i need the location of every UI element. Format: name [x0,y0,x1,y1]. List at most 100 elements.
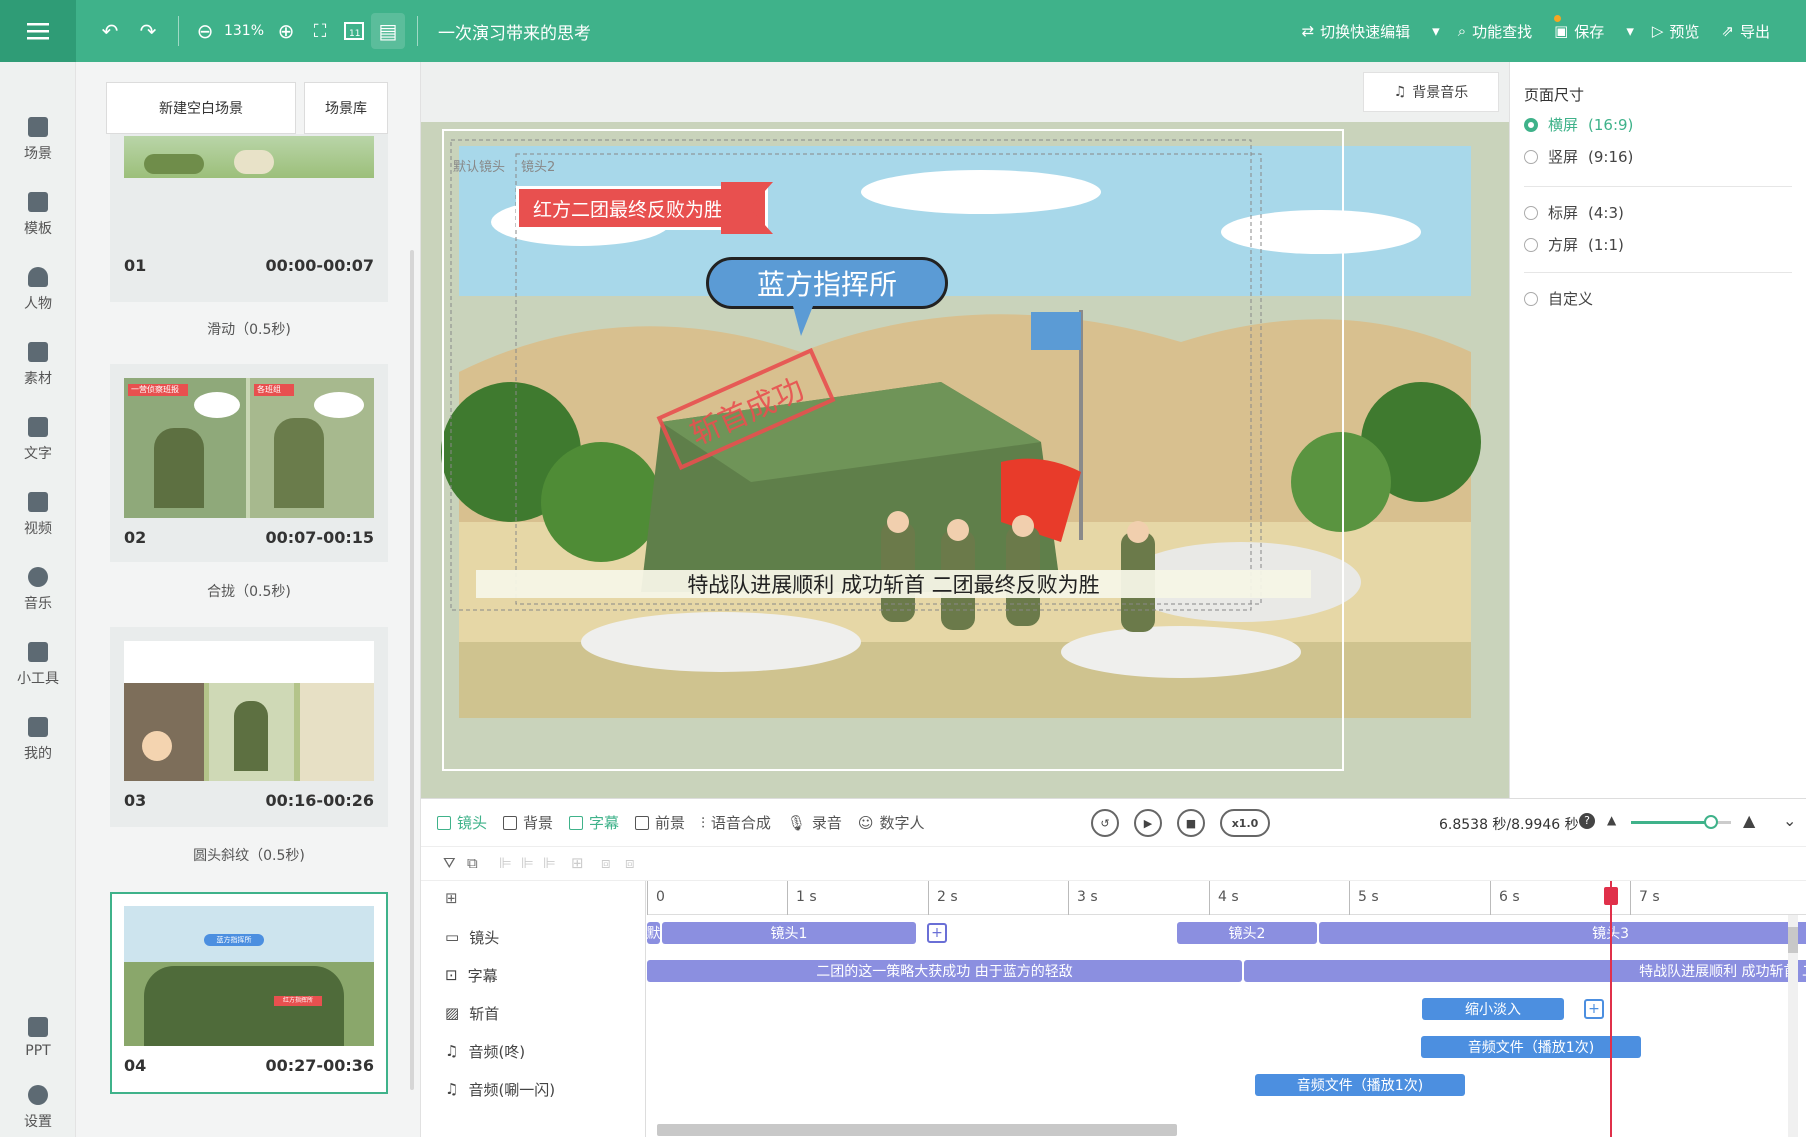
quick-edit-dropdown-icon[interactable]: ▾ [1432,22,1440,40]
align-center-icon[interactable]: ⊫ [521,854,534,872]
nav-ppt[interactable]: PPT [0,1000,76,1075]
scene-card-02[interactable]: 一营侦察班报 各班组 02 00:07-00:15 [110,364,388,562]
collapse-icon[interactable]: ⌄ [1783,811,1796,830]
option-landscape[interactable]: 横屏 (16:9) [1524,114,1633,135]
save-button[interactable]: ▣ 保存 [1554,21,1604,42]
add-effect-button[interactable]: + [1584,999,1604,1019]
menu-icon[interactable] [0,0,76,62]
nav-character[interactable]: 人物 [0,252,76,327]
page-size-title: 页面尺寸 [1524,86,1585,104]
clip-audio-1[interactable]: 音频文件（播放1次) [1421,1036,1641,1058]
camera-default-label[interactable]: 默认镜头 [453,156,505,175]
document-title[interactable]: 一次演习带来的思考 [438,19,591,44]
timeline-horizontal-scrollbar[interactable] [657,1124,1177,1136]
timeline-toolbar: 镜头 背景 字幕 前景 ⫶ 语音合成 🎙︎ 录音 ☺ 数字人 ↺ ▶ ■ x1.0 6… [421,799,1806,847]
zoom-in-mountain-icon[interactable]: ▲ [1743,811,1755,830]
filter-icon[interactable]: ⛛ [443,854,456,872]
stop-icon[interactable]: ■ [1177,809,1205,837]
zoom-out-mountain-icon[interactable]: ▲ [1607,813,1616,827]
nav-label: 场景 [24,145,52,162]
scene-time: 00:00-00:07 [265,256,375,275]
clip-audio-2[interactable]: 音频文件（播放1次) [1255,1074,1465,1096]
timeline-zoom-slider[interactable] [1631,815,1731,829]
clip-subtitle-1[interactable]: 二团的这一策略大获成功 由于蓝方的轻敌 [647,960,1242,982]
clip-subtitle-2[interactable]: 特战队进展顺利 成功斩首 二团最 [1244,960,1806,982]
canvas-area: ♫ 背景音乐 默认镜头 镜头2 红方二团最终反败为胜 蓝方指挥所 斩首成功 特战… [421,62,1509,798]
option-square[interactable]: 方屏 (1:1) [1524,234,1624,255]
tab-camera[interactable]: 镜头 [437,812,487,833]
clip-camera-default[interactable]: 默 [647,922,660,944]
tab-subtitle[interactable]: 字幕 [569,812,619,833]
fullscreen-icon[interactable]: ⛶ [303,0,337,62]
scrollbar-thumb[interactable] [1788,927,1798,953]
time-ruler[interactable]: 0 1 s 2 s 3 s 4 s 5 s 6 s 7 s [647,881,1806,915]
clip-camera-3[interactable]: 镜头3 [1319,922,1806,944]
tab-tts[interactable]: ⫶ 语音合成 [701,812,771,833]
quick-edit-button[interactable]: ⇄ 切换快速编辑 [1302,21,1411,42]
subtitle-bar[interactable]: 特战队进展顺利 成功斩首 二团最终反败为胜 [476,570,1311,598]
transition-label[interactable]: 合拢（0.5秒) [110,581,388,601]
align-right-icon[interactable]: ⊫ [543,854,556,872]
undo-icon[interactable]: ↶ [90,0,130,62]
redo-icon[interactable]: ↷ [130,0,166,62]
transition-label[interactable]: 圆头斜纹（0.5秒) [110,845,388,865]
timeline-grid[interactable]: 0 1 s 2 s 3 s 4 s 5 s 6 s 7 s 默 镜头1 + 镜头… [647,881,1806,1137]
scene-card-03[interactable]: 03 00:16-00:26 [110,627,388,827]
distribute-icon[interactable]: ⊞ [571,854,584,872]
tab-background[interactable]: 背景 [503,812,553,833]
play-icon[interactable]: ▶ [1134,809,1162,837]
nav-text[interactable]: 文字 [0,402,76,477]
nav-scene[interactable]: 场景 [0,102,76,177]
scene-panel-scrollbar[interactable] [410,250,414,1090]
camera-2-label[interactable]: 镜头2 [521,156,555,175]
find-button[interactable]: ⌕ 功能查找 [1458,14,1561,42]
scene-library-button[interactable]: 场景库 [304,82,388,134]
nav-video[interactable]: 视频 [0,477,76,552]
transition-label[interactable]: 滑动（0.5秒) [110,319,388,339]
ungroup-icon[interactable]: ⧈ [625,854,635,872]
clip-camera-1[interactable]: 镜头1 [662,922,916,944]
nav-mine[interactable]: 我的 [0,702,76,777]
replay-icon[interactable]: ↺ [1091,809,1119,837]
speed-button[interactable]: x1.0 [1220,809,1270,837]
new-blank-scene-button[interactable]: 新建空白场景 [106,82,296,134]
playhead-handle[interactable] [1603,887,1618,905]
stage-canvas[interactable]: 默认镜头 镜头2 红方二团最终反败为胜 蓝方指挥所 斩首成功 特战队进展顺利 成… [421,122,1509,798]
zoom-slider-knob[interactable] [1704,815,1718,829]
scene-card-04[interactable]: 蓝方指挥所 红方指挥所 04 00:27-00:36 [110,892,388,1094]
track-settings-icon[interactable]: ⊞ [445,889,458,907]
preview-button[interactable]: ▷ 预览 [1652,21,1700,42]
playhead[interactable] [1609,881,1612,1137]
fit-icon[interactable]: 11 [337,0,371,62]
add-camera-button[interactable]: + [927,923,947,943]
option-custom[interactable]: 自定义 [1524,288,1593,309]
layout-icon[interactable]: ⧉ [467,854,478,872]
nav-material[interactable]: 素材 [0,327,76,402]
timeline-vertical-scrollbar[interactable] [1788,915,1798,1137]
background-music-button[interactable]: ♫ 背景音乐 [1363,72,1499,112]
scene-card-01[interactable]: 01 00:00-00:07 [110,134,388,302]
option-portrait[interactable]: 竖屏 (9:16) [1524,146,1633,167]
save-dropdown-icon[interactable]: ▾ [1626,22,1634,40]
export-button[interactable]: ⇗ 导出 [1721,21,1770,42]
tab-foreground[interactable]: 前景 [635,812,685,833]
option-standard[interactable]: 标屏 (4:3) [1524,202,1624,223]
track-audio-2[interactable]: ♫ 音频(唰一闪) [445,1067,555,1111]
help-icon[interactable]: ? [1579,813,1595,829]
zoom-out-icon[interactable]: ⊖ [191,0,219,62]
zoom-in-icon[interactable]: ⊕ [269,0,303,62]
tick-label: 7 s [1630,881,1660,915]
speech-bubble[interactable]: 蓝方指挥所 [706,257,948,309]
tab-digital-human[interactable]: ☺ 数字人 [858,812,925,833]
nav-music[interactable]: 音乐 [0,552,76,627]
page-size-panel: 页面尺寸 横屏 (16:9) 竖屏 (9:16) 标屏 (4:3) 方屏 (1:1) 自… [1509,62,1806,798]
nav-settings[interactable]: 设置 [0,1070,76,1137]
clip-effect-zoom-fade[interactable]: 缩小淡入 [1422,998,1564,1020]
group-icon[interactable]: ⧈ [601,854,611,872]
nav-tools[interactable]: 小工具 [0,627,76,702]
nav-template[interactable]: 模板 [0,177,76,252]
tab-record[interactable]: 🎙︎ 录音 [787,812,842,833]
align-left-icon[interactable]: ⊫ [499,854,512,872]
clip-camera-2[interactable]: 镜头2 [1177,922,1317,944]
subtitle-mode-icon[interactable]: ▤ [371,13,405,49]
